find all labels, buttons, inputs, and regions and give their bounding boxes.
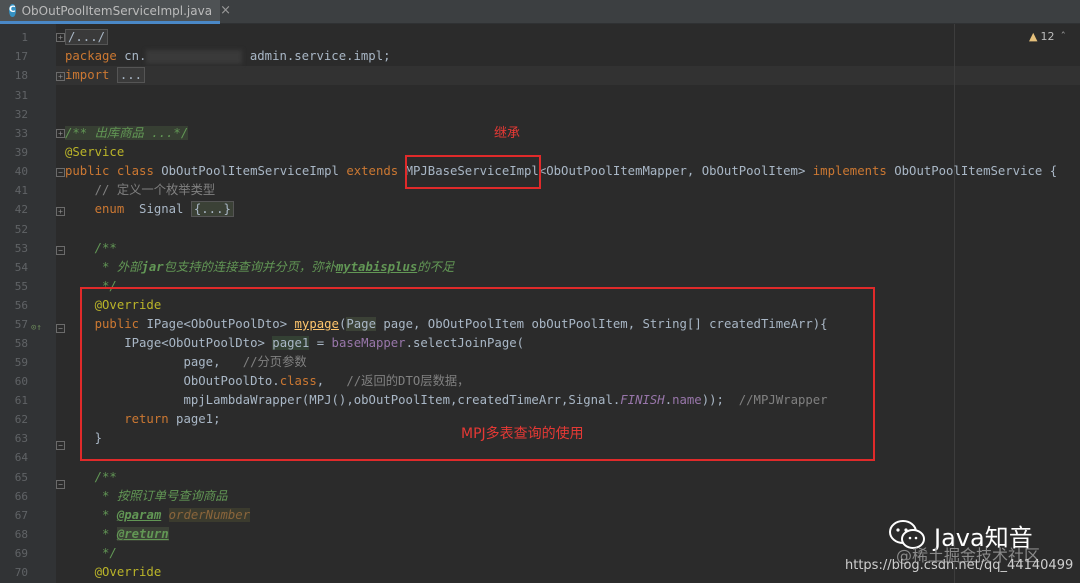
watermark-url: https://blog.csdn.net/qq_44140499 (845, 558, 1074, 573)
code-line-68[interactable]: * @return (65, 525, 169, 544)
line-number[interactable]: 70 (0, 563, 28, 582)
line-number[interactable]: 59 (0, 353, 28, 372)
folded-header-comment: /.../ (65, 29, 109, 45)
keyword: enum (65, 202, 125, 216)
code-line-40[interactable]: public class ObOutPoolItemServiceImpl ex… (65, 162, 1057, 181)
doc-comment: * 按照订单号查询商品 (65, 489, 228, 503)
code-line-18[interactable]: import ... (65, 66, 146, 85)
tab-obout-pool-item-service-impl[interactable]: C ObOutPoolItemServiceImpl.java × (0, 0, 231, 24)
line-number[interactable]: 67 (0, 506, 28, 525)
doc-comment: 的不足 (417, 260, 455, 274)
line-number[interactable]: 65 (0, 468, 28, 487)
code-line-69[interactable]: */ (65, 544, 117, 563)
line-number[interactable]: 54 (0, 258, 28, 277)
package-name-suffix: admin.service.impl; (242, 49, 391, 63)
code-line-41[interactable]: // 定义一个枚举类型 (65, 181, 216, 200)
keyword: extends (346, 164, 399, 178)
line-number[interactable]: 64 (0, 448, 28, 467)
annotation-mpj-usage: MPJ多表查询的使用 (461, 426, 584, 442)
code-line-33[interactable]: /** 出库商品 ...*/ (65, 124, 189, 143)
line-number[interactable]: 60 (0, 372, 28, 391)
line-number[interactable]: 1 (0, 28, 28, 47)
line-number[interactable]: 63 (0, 429, 28, 448)
line-number[interactable]: 56 (0, 296, 28, 315)
line-number[interactable]: 33 (0, 124, 28, 143)
line-number[interactable]: 68 (0, 525, 28, 544)
line-number[interactable]: 62 (0, 410, 28, 429)
line-number[interactable]: 52 (0, 220, 28, 239)
code-line-54[interactable]: * 外部jar包支持的连接查询并分页，弥补mytabisplus的不足 (65, 258, 454, 277)
folded-imports[interactable]: ... (116, 67, 146, 83)
keyword: implements (812, 164, 887, 178)
line-number[interactable]: 40 (0, 162, 28, 181)
line-number[interactable]: 57 (0, 315, 28, 334)
annotation: @Service (65, 145, 125, 159)
enum-name: Signal (124, 202, 191, 216)
line-number[interactable]: 61 (0, 391, 28, 410)
line-number[interactable]: 32 (0, 105, 28, 124)
doc-comment: 包支持的连接查询并分页，弥补 (163, 260, 336, 274)
java-class-icon: C (9, 4, 16, 17)
doc-comment (161, 508, 168, 522)
doc-comment: * 外部 (65, 260, 142, 274)
doc-tag: @param (116, 508, 162, 522)
keyword: package (65, 49, 117, 63)
close-icon[interactable]: × (220, 3, 231, 18)
code-line-65[interactable]: /** (65, 468, 117, 487)
line-number[interactable]: 31 (0, 86, 28, 105)
code-line-17[interactable]: package cn. admin.service.impl; (65, 47, 391, 66)
redacted-region (146, 49, 243, 64)
line-number[interactable]: 41 (0, 181, 28, 200)
code-line-53[interactable]: /** (65, 239, 117, 258)
line-comment: // 定义一个枚举类型 (65, 183, 216, 197)
code-line-39[interactable]: @Service (65, 143, 124, 162)
doc-comment: jar (141, 260, 164, 274)
annotation-inherit: 继承 (494, 126, 521, 141)
line-number[interactable]: 69 (0, 544, 28, 563)
doc-comment: mytabisplus (335, 260, 418, 274)
line-number[interactable]: 18 (0, 66, 28, 85)
annotation: @Override (65, 565, 162, 579)
line-number[interactable]: 17 (0, 47, 28, 66)
generic-params: <ObOutPoolItemMapper, ObOutPoolItem> (538, 164, 813, 178)
line-number[interactable]: 58 (0, 334, 28, 353)
tab-label: ObOutPoolItemServiceImpl.java (21, 3, 213, 18)
doc-param-name: orderNumber (168, 508, 251, 522)
keyword: import (65, 68, 110, 82)
line-number[interactable]: 42 (0, 200, 28, 219)
code-line-42[interactable]: enum Signal {...} (65, 200, 234, 219)
editor-tab-bar: C ObOutPoolItemServiceImpl.java × (0, 0, 1080, 24)
doc-comment: /** (65, 470, 117, 484)
code-line-66[interactable]: * 按照订单号查询商品 (65, 487, 228, 506)
line-number[interactable]: 66 (0, 487, 28, 506)
code-line-70[interactable]: @Override (65, 563, 162, 582)
doc-comment: * (65, 508, 117, 522)
class-name: ObOutPoolItemServiceImpl (153, 164, 347, 178)
highlight-box-base-class (405, 155, 541, 189)
package-name: cn. (116, 49, 147, 63)
doc-comment: */ (65, 546, 117, 560)
doc-tag: @return (116, 527, 169, 541)
interface-name: ObOutPoolItemService { (886, 164, 1058, 178)
line-number[interactable]: 53 (0, 239, 28, 258)
code-line-67[interactable]: * @param orderNumber (65, 506, 251, 525)
folded-doc-comment[interactable]: /** 出库商品 ...*/ (65, 126, 189, 140)
line-number[interactable]: 39 (0, 143, 28, 162)
override-marker-icon[interactable]: ⊙↑ (31, 323, 42, 333)
folded-enum-body[interactable]: {...} (190, 201, 234, 217)
keyword: public (65, 164, 110, 178)
code-line-1[interactable]: /.../ (65, 28, 109, 47)
doc-comment: * (65, 527, 117, 541)
keyword: class (109, 164, 154, 178)
doc-comment: /** (65, 241, 117, 255)
line-number[interactable]: 55 (0, 277, 28, 296)
